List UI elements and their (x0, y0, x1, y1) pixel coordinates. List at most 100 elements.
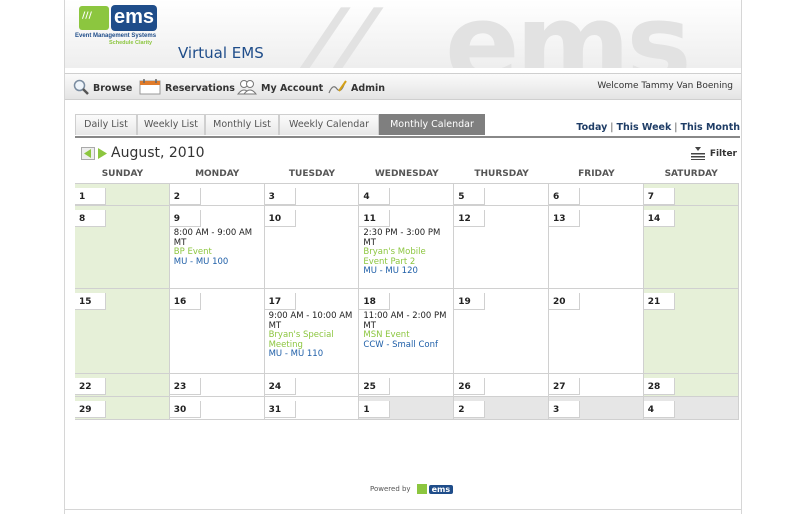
filter-button[interactable]: Filter (690, 147, 737, 160)
day-number[interactable]: 23 (169, 378, 201, 395)
prev-month-icon[interactable] (81, 147, 95, 160)
calendar-event[interactable]: 11:00 AM - 2:00 PM MT MSN Event CCW - Smal… (359, 310, 453, 350)
calendar-event[interactable]: 9:00 AM - 10:00 AM MT Bryan's Special Mee… (265, 310, 359, 360)
calendar-day-cell[interactable]: 11 2:30 PM - 3:00 PM MT Bryan's Mobile Eve… (359, 206, 455, 288)
day-number[interactable]: 6 (548, 188, 580, 205)
day-number[interactable]: 19 (454, 293, 486, 310)
event-time: 8:00 AM - 9:00 AM MT (173, 228, 253, 248)
tab-monthly-list[interactable]: Monthly List (205, 114, 279, 135)
event-location[interactable]: CCW - Small Conf (363, 340, 449, 351)
nav-admin[interactable]: Admin (327, 79, 385, 98)
event-name[interactable]: Bryan's Mobile Event Part 2 (363, 247, 449, 267)
day-number[interactable]: 26 (454, 378, 486, 395)
day-number[interactable]: 20 (548, 293, 580, 310)
day-number[interactable]: 2 (169, 188, 201, 205)
calendar-day-cell[interactable]: 4 (359, 184, 455, 205)
next-month-icon[interactable] (96, 147, 108, 160)
calendar-day-cell[interactable]: 9 8:00 AM - 9:00 AM MT BP Event MU - MU 100 (169, 206, 265, 288)
calendar-day-cell[interactable]: 3 (548, 397, 644, 419)
day-number[interactable]: 29 (75, 401, 106, 418)
today-link[interactable]: Today (576, 122, 607, 133)
calendar-day-cell[interactable]: 29 (75, 397, 170, 419)
calendar-day-cell[interactable]: 16 (169, 289, 265, 373)
day-number[interactable]: 22 (75, 378, 106, 395)
this-month-link[interactable]: This Month (680, 122, 740, 133)
calendar-event[interactable]: 8:00 AM - 9:00 AM MT BP Event MU - MU 100 (170, 227, 264, 267)
calendar-day-cell[interactable]: 13 (548, 206, 644, 288)
day-number[interactable]: 9 (169, 210, 201, 227)
day-number[interactable]: 4 (643, 401, 675, 418)
day-number[interactable]: 1 (75, 188, 106, 205)
calendar-day-cell[interactable]: 24 (264, 374, 360, 396)
calendar-event[interactable]: 2:30 PM - 3:00 PM MT Bryan's Mobile Event… (359, 227, 453, 277)
calendar-day-cell[interactable]: 18 11:00 AM - 2:00 PM MT MSN Event CCW - Sm… (359, 289, 455, 373)
day-number[interactable]: 17 (264, 293, 296, 310)
nav-my-account[interactable]: My Account (236, 79, 323, 98)
day-number[interactable]: 18 (359, 293, 391, 310)
day-number[interactable]: 10 (264, 210, 296, 227)
filter-label: Filter (709, 148, 737, 159)
calendar-day-cell[interactable]: 27 (548, 374, 644, 396)
day-number[interactable]: 15 (75, 293, 106, 310)
day-number[interactable]: 24 (264, 378, 296, 395)
calendar-day-cell[interactable]: 20 (548, 289, 644, 373)
calendar-day-cell[interactable]: 10 (264, 206, 360, 288)
calendar-day-cell[interactable]: 31 (264, 397, 360, 419)
day-number[interactable]: 21 (643, 293, 675, 310)
nav-browse-label: Browse (93, 83, 133, 94)
calendar-day-cell[interactable]: 1 (75, 184, 170, 205)
day-number[interactable]: 30 (169, 401, 201, 418)
day-number[interactable]: 31 (264, 401, 296, 418)
day-number[interactable]: 13 (548, 210, 580, 227)
day-number[interactable]: 3 (548, 401, 580, 418)
tab-weekly-list[interactable]: Weekly List (137, 114, 205, 135)
calendar-day-cell[interactable]: 22 (75, 374, 170, 396)
day-number[interactable]: 28 (643, 378, 675, 395)
day-number[interactable]: 25 (359, 378, 391, 395)
calendar-day-cell[interactable]: 28 (643, 374, 739, 396)
event-location[interactable]: MU - MU 100 (174, 257, 260, 268)
calendar-day-cell[interactable]: 3 (264, 184, 360, 205)
calendar-day-cell[interactable]: 6 (548, 184, 644, 205)
day-number[interactable]: 4 (359, 188, 391, 205)
event-time: 11:00 AM - 2:00 PM MT (363, 311, 447, 331)
calendar-day-cell[interactable]: 17 9:00 AM - 10:00 AM MT Bryan's Special M… (264, 289, 360, 373)
tab-daily-list[interactable]: Daily List (75, 114, 137, 135)
day-number[interactable]: 16 (169, 293, 201, 310)
calendar-day-cell[interactable]: 1 (359, 397, 455, 419)
day-number[interactable]: 27 (548, 378, 580, 395)
day-number[interactable]: 1 (359, 401, 391, 418)
ems-logo[interactable]: /// ems Event Management Systems Schedul… (75, 4, 175, 46)
calendar-day-cell[interactable]: 14 (643, 206, 739, 288)
calendar-day-cell[interactable]: 26 (454, 374, 549, 396)
day-number[interactable]: 2 (454, 401, 486, 418)
this-week-link[interactable]: This Week (616, 122, 671, 133)
calendar-day-cell[interactable]: 25 (359, 374, 455, 396)
calendar-day-cell[interactable]: 19 (454, 289, 549, 373)
day-number[interactable]: 14 (643, 210, 675, 227)
calendar-day-cell[interactable]: 30 (169, 397, 265, 419)
calendar-day-cell[interactable]: 8 (75, 206, 170, 288)
day-number[interactable]: 3 (264, 188, 296, 205)
tab-monthly-calendar[interactable]: Monthly Calendar (379, 114, 485, 135)
calendar-day-cell[interactable]: 2 (169, 184, 265, 205)
calendar-day-cell[interactable]: 5 (454, 184, 549, 205)
day-number[interactable]: 8 (75, 210, 106, 227)
calendar-day-cell[interactable]: 23 (169, 374, 265, 396)
calendar-day-cell[interactable]: 2 (454, 397, 549, 419)
nav-reservations[interactable]: Reservations (139, 79, 235, 98)
tab-weekly-calendar[interactable]: Weekly Calendar (279, 114, 379, 135)
nav-browse[interactable]: Browse (73, 79, 132, 98)
calendar-day-cell[interactable]: 21 (643, 289, 739, 373)
calendar-day-cell[interactable]: 4 (643, 397, 739, 419)
calendar-day-cell[interactable]: 15 (75, 289, 170, 373)
calendar-day-cell[interactable]: 7 (643, 184, 739, 205)
day-number[interactable]: 11 (359, 210, 391, 227)
day-number[interactable]: 12 (454, 210, 486, 227)
event-name[interactable]: Bryan's Special Meeting (269, 330, 355, 350)
event-location[interactable]: MU - MU 120 (363, 266, 449, 277)
calendar-day-cell[interactable]: 12 (454, 206, 549, 288)
day-number[interactable]: 7 (643, 188, 675, 205)
event-location[interactable]: MU - MU 110 (269, 349, 355, 360)
day-number[interactable]: 5 (454, 188, 486, 205)
